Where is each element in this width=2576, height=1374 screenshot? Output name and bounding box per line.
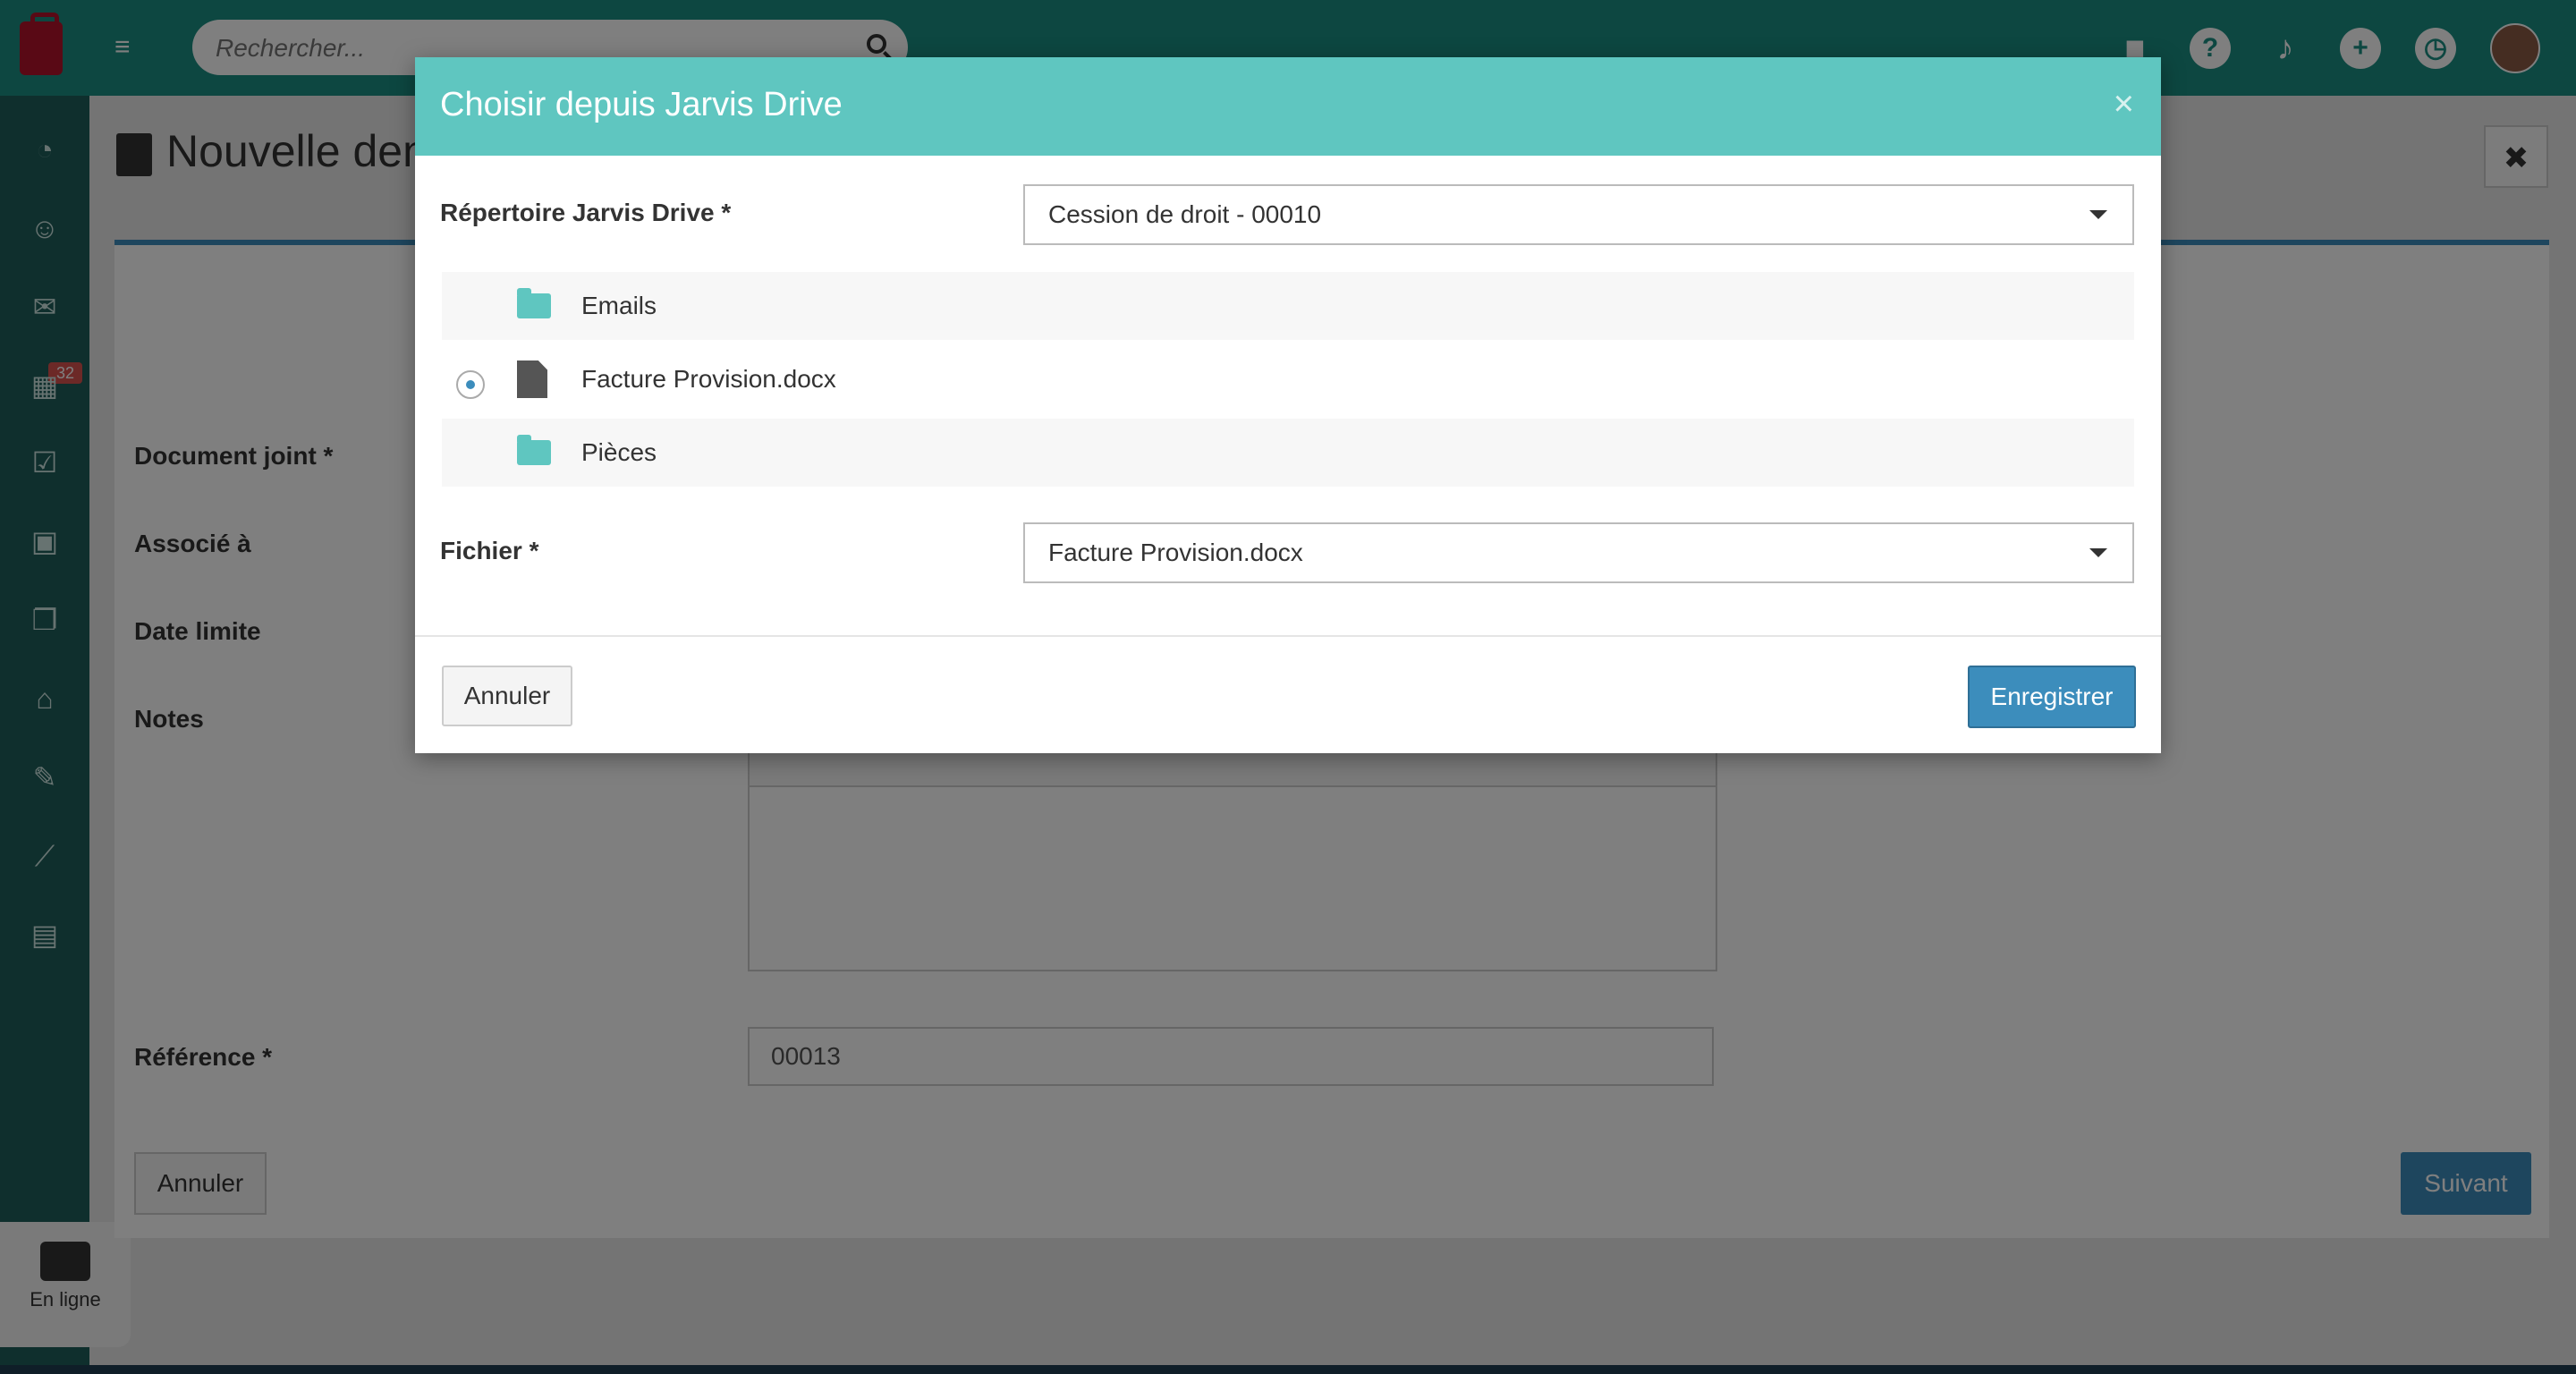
file-label: Fichier * (440, 537, 539, 564)
folder-select-value: Cession de droit - 00010 (1048, 200, 1322, 228)
folder-select[interactable]: Cession de droit - 00010 (1023, 184, 2134, 245)
file-radio[interactable] (456, 370, 485, 399)
tree-item-facture[interactable]: Facture Provision.docx (442, 340, 2134, 419)
folder-icon (517, 435, 551, 465)
tree-item-emails[interactable]: Emails (442, 272, 2134, 340)
modal-header: Choisir depuis Jarvis Drive × (415, 57, 2161, 156)
file-icon (517, 360, 547, 398)
chevron-down-icon (2089, 548, 2107, 557)
modal-title: Choisir depuis Jarvis Drive (440, 86, 843, 123)
folder-icon (517, 288, 551, 318)
cancel-button[interactable]: Annuler (442, 666, 572, 726)
close-icon[interactable]: × (2114, 84, 2134, 123)
drive-picker-modal: Choisir depuis Jarvis Drive × Répertoire… (415, 57, 2161, 753)
tree-item-label: Facture Provision.docx (581, 365, 836, 393)
tree-item-pieces[interactable]: Pièces (442, 419, 2134, 487)
file-select[interactable]: Facture Provision.docx (1023, 522, 2134, 583)
tree-item-label: Pièces (581, 438, 657, 466)
drive-tree: Emails Facture Provision.docx Pièces (442, 272, 2134, 487)
file-select-value: Facture Provision.docx (1048, 539, 1303, 566)
chevron-down-icon (2089, 210, 2107, 219)
save-button[interactable]: Enregistrer (1968, 666, 2136, 728)
folder-label: Répertoire Jarvis Drive * (440, 199, 732, 226)
modal-footer: Annuler Enregistrer (415, 635, 2161, 755)
tree-item-label: Emails (581, 292, 657, 319)
